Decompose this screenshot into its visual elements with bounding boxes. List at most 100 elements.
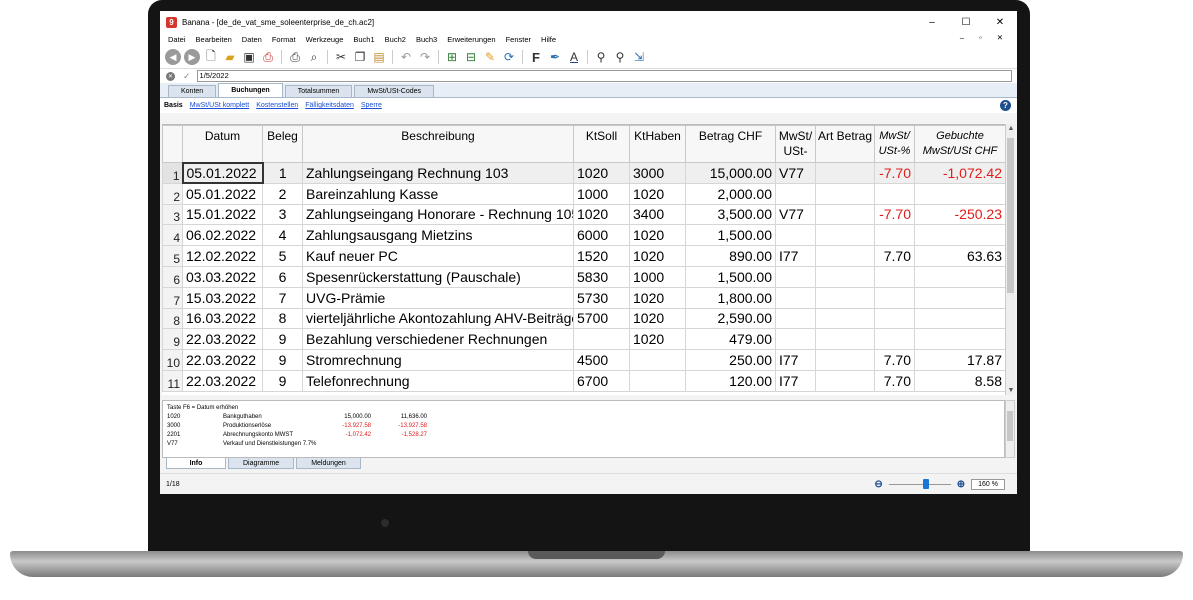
cell-beschreibung[interactable]: Zahlungsausgang Mietzins bbox=[302, 224, 574, 247]
cell-ktsoll[interactable]: 5830 bbox=[573, 265, 630, 288]
menu-buch2[interactable]: Buch2 bbox=[385, 35, 406, 44]
close-button[interactable]: ✕ bbox=[983, 17, 1017, 28]
cell-beschreibung[interactable]: Bareinzahlung Kasse bbox=[302, 182, 574, 205]
menu-erweiterungen[interactable]: Erweiterungen bbox=[447, 35, 495, 44]
row-number[interactable]: 10 bbox=[162, 349, 183, 371]
new-file-icon[interactable]: 🗋 bbox=[203, 49, 219, 65]
cell-ktsoll[interactable]: 1000 bbox=[573, 182, 630, 205]
cell-mwst-code[interactable] bbox=[775, 286, 816, 309]
cell-beleg[interactable]: 7 bbox=[262, 286, 303, 309]
cell-mwst-pct[interactable] bbox=[874, 224, 915, 247]
zoom-level[interactable]: 160 % bbox=[971, 478, 1005, 490]
pdf-icon[interactable]: ⎙ bbox=[260, 49, 276, 65]
row-number[interactable]: 4 bbox=[162, 224, 183, 247]
row-number[interactable]: 1 bbox=[162, 162, 183, 184]
back-icon[interactable]: ◀ bbox=[165, 49, 181, 65]
cell-beleg[interactable]: 9 bbox=[262, 349, 303, 371]
cell-mwst-pct[interactable] bbox=[874, 182, 915, 205]
cell-gebuchte-mwst[interactable]: 8.58 bbox=[914, 369, 1005, 392]
cell-mwst-code[interactable]: I77 bbox=[775, 349, 816, 371]
cell-mwst-code[interactable] bbox=[775, 265, 816, 288]
find-next-icon[interactable]: ⚲ bbox=[612, 49, 628, 65]
column-header-beleg[interactable]: Beleg bbox=[262, 125, 303, 163]
column-header-gebuchte-mwst[interactable]: Gebuchte MwSt/USt CHF bbox=[914, 125, 1005, 163]
view-mwst-komplett[interactable]: MwSt/USt komplett bbox=[190, 102, 250, 109]
recalculate-icon[interactable]: ⟳ bbox=[501, 49, 517, 65]
cell-datum[interactable]: 15.01.2022 bbox=[182, 203, 263, 226]
cell-kthaben[interactable]: 1020 bbox=[629, 182, 686, 205]
cell-art-betrag[interactable] bbox=[815, 328, 875, 351]
cell-ktsoll[interactable]: 5700 bbox=[573, 307, 630, 330]
menu-buch3[interactable]: Buch3 bbox=[416, 35, 437, 44]
cell-datum[interactable]: 06.02.2022 bbox=[182, 224, 263, 247]
cell-gebuchte-mwst[interactable]: 63.63 bbox=[914, 245, 1005, 267]
cell-value-input[interactable]: 1/5/2022 bbox=[196, 70, 1012, 82]
cell-mwst-pct[interactable]: 7.70 bbox=[874, 245, 915, 267]
minimize-button[interactable]: – bbox=[915, 17, 949, 28]
cell-beschreibung[interactable]: Kauf neuer PC bbox=[302, 245, 574, 267]
cell-beleg[interactable]: 8 bbox=[262, 307, 303, 330]
cell-kthaben[interactable]: 1020 bbox=[629, 328, 686, 351]
cell-datum[interactable]: 16.03.2022 bbox=[182, 307, 263, 330]
cell-datum[interactable]: 22.03.2022 bbox=[182, 349, 263, 371]
cell-betrag[interactable]: 250.00 bbox=[685, 349, 776, 371]
table-row[interactable]: 11 22.03.2022 9 Telefonrechnung 6700 120.00 I7… bbox=[162, 369, 1005, 392]
cell-kthaben[interactable] bbox=[629, 349, 686, 371]
cell-betrag[interactable]: 120.00 bbox=[685, 369, 776, 392]
info-scrollbar[interactable] bbox=[1005, 400, 1015, 458]
cell-mwst-pct[interactable] bbox=[874, 328, 915, 351]
copy-icon[interactable]: ❐ bbox=[352, 49, 368, 65]
cell-gebuchte-mwst[interactable] bbox=[914, 265, 1005, 288]
table-row[interactable]: 10 22.03.2022 9 Stromrechnung 4500 250.00 I77 7… bbox=[162, 349, 1005, 371]
font-color-icon[interactable]: A bbox=[566, 49, 582, 65]
mdi-close-button[interactable]: ✕ bbox=[997, 33, 1003, 42]
tab-buchungen[interactable]: Buchungen bbox=[218, 83, 283, 97]
cell-mwst-code[interactable] bbox=[775, 224, 816, 247]
table-row[interactable]: 6 03.03.2022 6 Spesenrückerstattung (Pausch… bbox=[162, 265, 1005, 288]
paste-icon[interactable]: ▤ bbox=[371, 49, 387, 65]
cell-beleg[interactable]: 9 bbox=[262, 328, 303, 351]
cell-betrag[interactable]: 15,000.00 bbox=[685, 162, 776, 184]
table-row[interactable]: 7 15.03.2022 7 UVG-Prämie 5730 1020 1,800.00 bbox=[162, 286, 1005, 309]
tab-totalsummen[interactable]: Totalsummen bbox=[284, 85, 353, 97]
table-row[interactable]: 5 12.02.2022 5 Kauf neuer PC 1520 1020 890.00 I… bbox=[162, 245, 1005, 267]
cell-art-betrag[interactable] bbox=[815, 349, 875, 371]
scroll-up-icon[interactable]: ▲ bbox=[1006, 125, 1016, 132]
cell-gebuchte-mwst[interactable]: 17.87 bbox=[914, 349, 1005, 371]
view-sperre[interactable]: Sperre bbox=[361, 102, 382, 109]
zoom-slider[interactable] bbox=[888, 478, 951, 489]
cell-gebuchte-mwst[interactable] bbox=[914, 286, 1005, 309]
cancel-edit-icon[interactable]: ✕ bbox=[166, 71, 175, 81]
cell-art-betrag[interactable] bbox=[815, 162, 875, 184]
cell-ktsoll[interactable]: 5730 bbox=[573, 286, 630, 309]
cell-betrag[interactable]: 2,590.00 bbox=[685, 307, 776, 330]
cell-datum[interactable]: 05.01.2022 bbox=[181, 161, 264, 185]
column-header-betrag[interactable]: Betrag CHF bbox=[685, 125, 776, 163]
row-number[interactable]: 11 bbox=[162, 369, 183, 392]
open-folder-icon[interactable]: ▰ bbox=[222, 49, 238, 65]
menu-hilfe[interactable]: Hilfe bbox=[541, 35, 556, 44]
cell-art-betrag[interactable] bbox=[815, 307, 875, 330]
insert-rows-icon[interactable]: ⊟ bbox=[463, 49, 479, 65]
tab-mwst-codes[interactable]: MwSt/USt-Codes bbox=[354, 85, 435, 97]
cell-betrag[interactable]: 2,000.00 bbox=[685, 182, 776, 205]
cell-beschreibung[interactable]: vierteljährliche Akontozahlung AHV-Beitr… bbox=[302, 307, 574, 330]
table-row[interactable]: 4 06.02.2022 4 Zahlungsausgang Mietzins 6000… bbox=[162, 224, 1005, 247]
zoom-out-icon[interactable]: ⊖ bbox=[874, 479, 882, 490]
cell-beleg[interactable]: 3 bbox=[262, 203, 303, 226]
cell-beleg[interactable]: 5 bbox=[262, 245, 303, 267]
row-number[interactable]: 2 bbox=[162, 182, 183, 205]
row-number[interactable]: 3 bbox=[162, 203, 183, 226]
cell-gebuchte-mwst[interactable] bbox=[914, 182, 1005, 205]
cell-datum[interactable]: 05.01.2022 bbox=[182, 182, 263, 205]
menu-daten[interactable]: Daten bbox=[242, 35, 262, 44]
cell-ktsoll[interactable] bbox=[573, 328, 630, 351]
cell-mwst-code[interactable]: I77 bbox=[775, 245, 816, 267]
export-icon[interactable]: ⇲ bbox=[631, 49, 647, 65]
cell-beleg[interactable]: 6 bbox=[262, 265, 303, 288]
cell-beschreibung[interactable]: Stromrechnung bbox=[302, 349, 574, 371]
cell-gebuchte-mwst[interactable]: -250.23 bbox=[914, 203, 1005, 226]
column-header-datum[interactable]: Datum bbox=[182, 125, 263, 163]
cell-art-betrag[interactable] bbox=[815, 286, 875, 309]
table-row[interactable]: 3 15.01.2022 3 Zahlungseingang Honorare - R… bbox=[162, 203, 1005, 226]
